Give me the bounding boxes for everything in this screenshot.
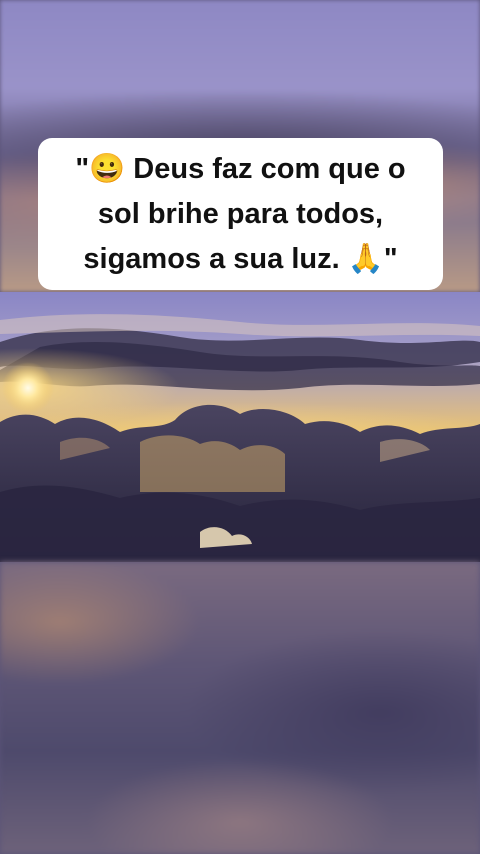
caption-line-3: sigamos a sua luz. 🙏" [83,243,398,275]
sunset-clouds-illustration [0,292,480,562]
caption-line-2: sol brihe para todos, [97,198,384,230]
video-frame: "😀 Deus faz com que o sol brihe para tod… [0,0,480,854]
caption-card: "😀 Deus faz com que o sol brihe para tod… [38,138,443,290]
blurred-background-bottom [0,562,480,854]
caption-line-1: "😀 Deus faz com que o [75,153,406,185]
sunset-clouds-photo [0,292,480,562]
